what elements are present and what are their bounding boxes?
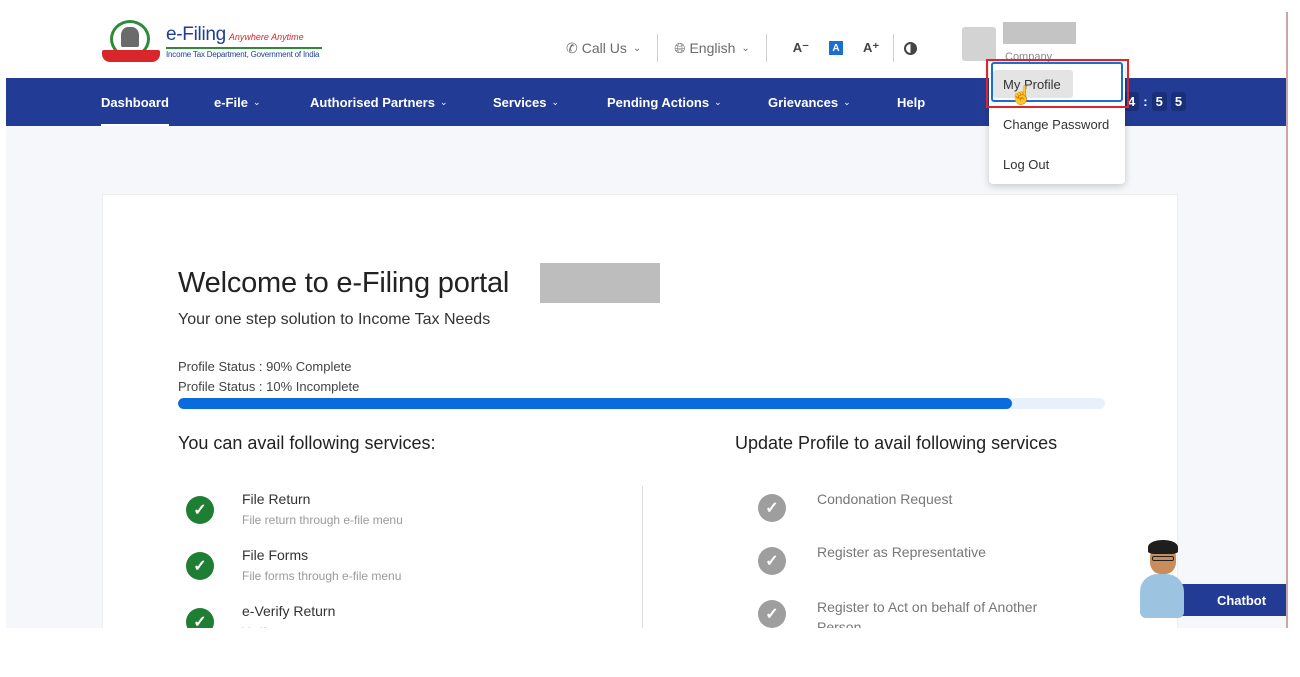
welcome-heading: Welcome to e-Filing portal <box>178 267 510 299</box>
profile-status-incomplete: Profile Status : 10% Incomplete <box>178 379 360 394</box>
profile-status-complete: Profile Status : 90% Complete <box>178 359 352 374</box>
service-subtitle: File forms through e-file menu <box>242 569 402 583</box>
nav-services[interactable]: Services ⌄ <box>493 78 559 126</box>
annotation-highlight-box <box>986 59 1129 108</box>
menu-item-log-out[interactable]: Log Out <box>1003 157 1049 172</box>
check-circle-icon: ✓ <box>186 552 214 580</box>
nav-efile[interactable]: e-File ⌄ <box>214 78 261 126</box>
update-profile-title: Update Profile to avail following servic… <box>735 433 1058 453</box>
logo-tagline: Anywhere Anytime <box>228 31 304 42</box>
timer-digit: 5 <box>1151 92 1167 111</box>
nav-label: Grievances <box>768 94 839 110</box>
company-name-redacted <box>540 263 660 303</box>
divider <box>657 34 659 62</box>
check-circle-icon: ✓ <box>758 494 786 522</box>
chevron-down-icon: ⌄ <box>843 96 851 107</box>
nav-dashboard[interactable]: Dashboard <box>101 78 169 126</box>
globe-icon: 🌐︎ <box>674 39 686 56</box>
chatbot-button[interactable]: Chatbot <box>1174 584 1287 616</box>
column-divider <box>642 486 643 628</box>
welcome-tagline: Your one step solution to Income Tax Nee… <box>178 311 491 328</box>
check-circle-icon: ✓ <box>186 496 214 524</box>
nav-label: Services <box>493 94 547 110</box>
logo-subtitle: Income Tax Department, Government of Ind… <box>166 49 320 59</box>
font-increase-button[interactable]: A⁺ <box>863 40 879 56</box>
user-avatar[interactable] <box>962 27 996 61</box>
divider <box>893 34 895 62</box>
available-services-title: You can avail following services: <box>178 433 436 453</box>
logo-underline <box>166 46 322 49</box>
check-circle-icon: ✓ <box>758 600 786 628</box>
call-us-dropdown[interactable]: ✆ Call Us ⌄ <box>566 40 641 57</box>
divider <box>765 34 767 62</box>
blank-area <box>0 628 1300 677</box>
nav-grievances[interactable]: Grievances ⌄ <box>768 78 851 126</box>
nav-label: e-File <box>214 94 248 110</box>
service-register-act-on-behalf: Register to Act on behalf of Another Per… <box>817 599 1038 628</box>
chevron-down-icon: ⌄ <box>714 96 722 107</box>
nav-label: Help <box>897 94 926 110</box>
emblem-icon <box>100 18 162 64</box>
chevron-down-icon: ⌄ <box>252 96 261 107</box>
nav-label: Pending Actions <box>607 94 710 110</box>
check-circle-icon: ✓ <box>758 547 786 575</box>
font-normal-button[interactable]: A <box>829 41 844 55</box>
nav-label: Authorised Partners <box>310 94 435 110</box>
username-redacted <box>1003 22 1076 44</box>
chatbot-avatar-icon[interactable] <box>1136 538 1190 620</box>
chevron-down-icon: ⌄ <box>439 96 448 107</box>
efiling-logo[interactable]: e-Filing Anywhere Anytime Income Tax Dep… <box>100 18 322 64</box>
nav-pending-actions[interactable]: Pending Actions ⌄ <box>607 78 722 126</box>
window-edge <box>1286 12 1288 628</box>
chatbot-label: Chatbot <box>1216 592 1267 608</box>
service-everify-return[interactable]: e-Verify Return <box>242 603 335 619</box>
service-file-return[interactable]: File Return <box>242 491 310 507</box>
chevron-down-icon: ⌄ <box>632 42 642 54</box>
check-circle-icon: ✓ <box>186 608 214 628</box>
service-condonation-request: Condonation Request <box>817 491 953 507</box>
service-register-representative: Register as Representative <box>817 544 986 560</box>
language-dropdown[interactable]: 🌐︎ English ⌄ <box>674 40 750 57</box>
font-decrease-button[interactable]: A⁻ <box>793 40 809 56</box>
hand-cursor-icon: ☝ <box>1010 85 1033 105</box>
contrast-toggle-icon[interactable] <box>904 41 918 55</box>
nav-label: Dashboard <box>101 94 169 110</box>
service-file-forms[interactable]: File Forms <box>242 547 308 563</box>
profile-progress-bar <box>178 398 1105 409</box>
timer-digit: 5 <box>1170 92 1187 111</box>
phone-icon: ✆ <box>566 39 578 56</box>
language-label: English <box>689 40 736 56</box>
timer-separator: : <box>1143 94 1148 109</box>
service-subtitle: File return through e-file menu <box>242 513 403 527</box>
call-us-label: Call Us <box>581 40 627 56</box>
chevron-down-icon: ⌄ <box>741 42 750 54</box>
header-tools: ✆ Call Us ⌄ 🌐︎ English ⌄ A⁻ A A⁺ <box>566 34 918 62</box>
nav-help[interactable]: Help <box>897 78 925 126</box>
menu-item-change-password[interactable]: Change Password <box>1003 117 1109 132</box>
nav-authorised-partners[interactable]: Authorised Partners ⌄ <box>310 78 448 126</box>
profile-progress-fill <box>178 398 1013 409</box>
session-timer: 4 : 5 5 <box>1124 92 1187 111</box>
browser-viewport: e-Filing Anywhere Anytime Income Tax Dep… <box>6 0 1287 628</box>
chevron-down-icon: ⌄ <box>551 96 560 107</box>
logo-brand: e-Filing <box>166 23 226 45</box>
